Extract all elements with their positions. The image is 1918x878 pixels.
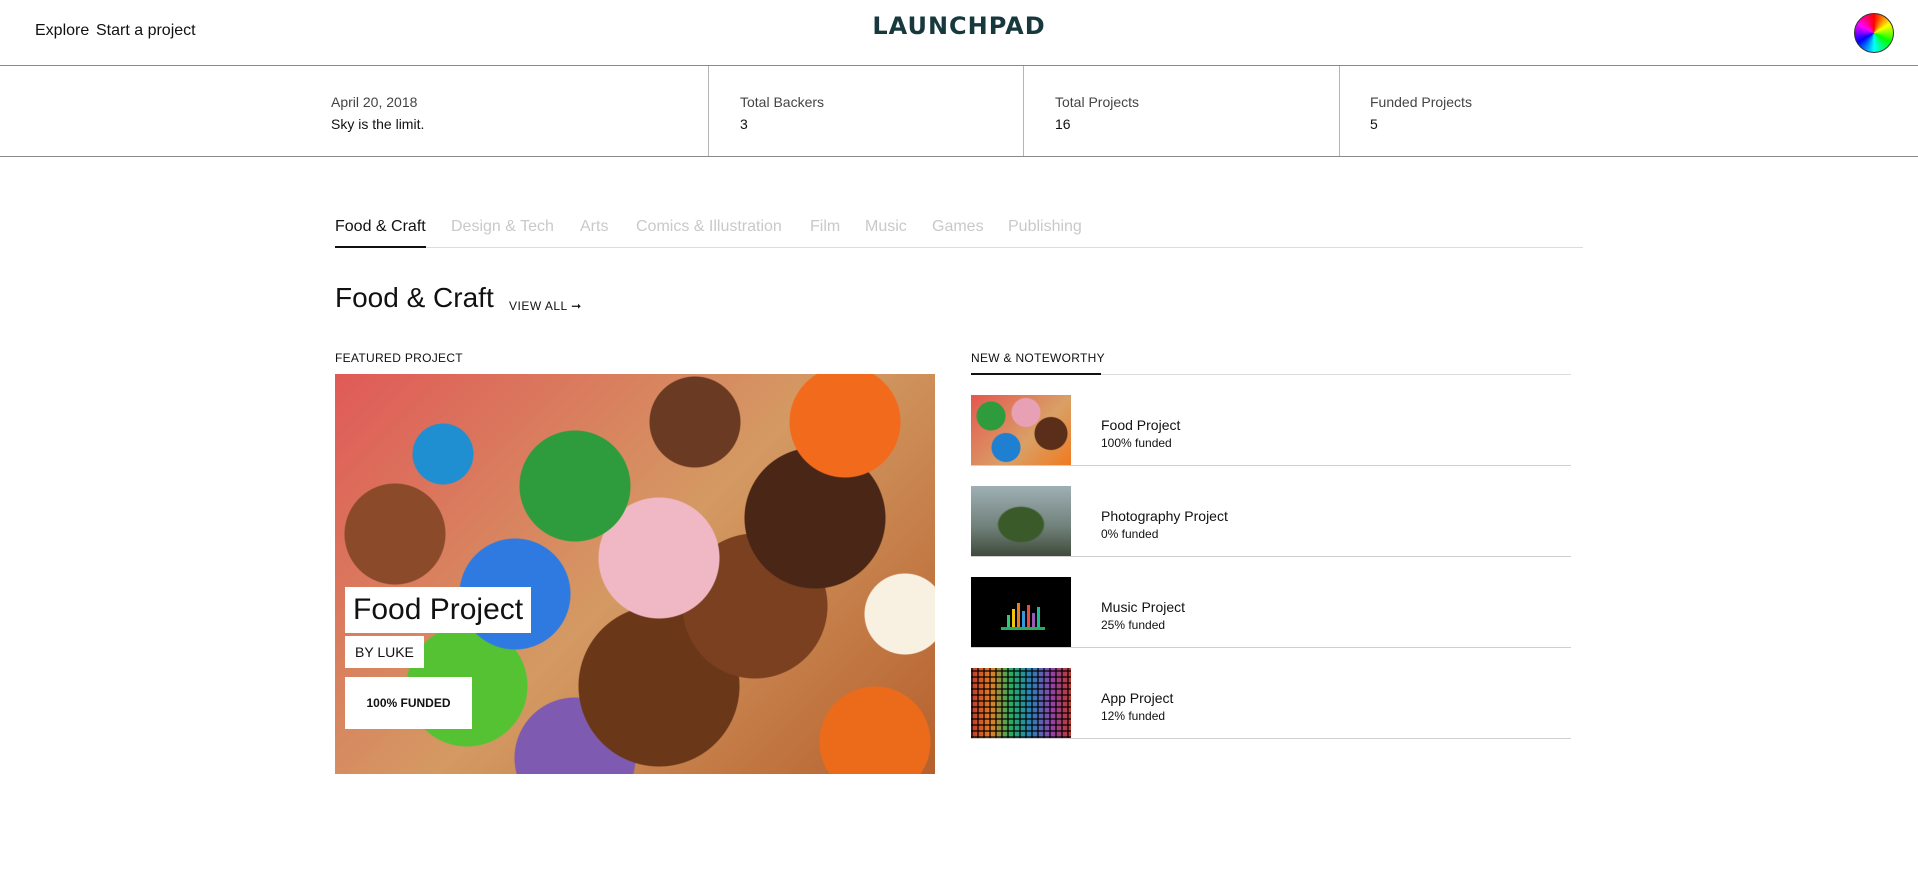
stat-divider [708,66,709,156]
user-avatar[interactable] [1854,13,1894,53]
list-item-title: Photography Project [1101,508,1228,524]
total-backers-value: 3 [740,116,748,132]
list-item[interactable]: Photography Project 0% funded [971,466,1571,557]
list-item-funded: 0% funded [1101,527,1159,541]
total-backers-stat: Total Backers 3 [740,66,1023,156]
list-item[interactable]: App Project 12% funded [971,648,1571,739]
view-all-link[interactable]: VIEW ALL ➞ [509,299,582,313]
total-backers-label: Total Backers [740,94,825,110]
tab-comics-illustration[interactable]: Comics & Illustration [636,218,782,248]
featured-project-card[interactable]: Food Project BY LUKE 100% FUNDED [335,374,935,774]
list-item[interactable]: Food Project 100% funded [971,375,1571,466]
featured-project-author: BY LUKE [345,636,424,668]
list-item-title: Music Project [1101,599,1186,615]
tab-games[interactable]: Games [932,218,984,248]
tab-music[interactable]: Music [865,218,907,248]
tab-film[interactable]: Film [810,218,840,248]
top-navigation: Explore Start a project LAUNCHPAD [0,0,1918,66]
list-item-funded: 25% funded [1101,618,1166,632]
list-item[interactable]: Music Project 25% funded [971,557,1571,648]
noteworthy-heading: NEW & NOTEWORTHY [971,351,1105,365]
stats-bar: April 20, 2018 Sky is the limit. Total B… [0,66,1918,157]
featured-heading: FEATURED PROJECT [335,351,463,365]
food-thumbnail [971,395,1071,465]
category-tabs: Food & Craft Design & Tech Arts Comics &… [335,218,1583,248]
section-title: Food & Craft [335,282,494,313]
music-thumbnail [971,577,1071,647]
tab-design-tech[interactable]: Design & Tech [451,218,554,248]
list-item-title: Food Project [1101,417,1181,433]
list-item-title: App Project [1101,690,1174,706]
funded-projects-label: Funded Projects [1370,94,1472,110]
stat-divider [1339,66,1340,156]
tab-food-craft[interactable]: Food & Craft [335,218,426,248]
featured-project-title: Food Project [345,587,532,633]
equalizer-icon [1001,603,1045,630]
launchpad-logo[interactable]: LAUNCHPAD [0,12,1918,40]
photography-thumbnail [971,486,1071,556]
tagline: Sky is the limit. [331,116,425,132]
total-projects-label: Total Projects [1055,94,1140,110]
funded-projects-value: 5 [1370,116,1378,132]
list-item-funded: 12% funded [1101,709,1166,723]
stat-divider [1023,66,1024,156]
list-item-funded: 100% funded [1101,436,1172,450]
current-date: April 20, 2018 [331,94,418,110]
date-block: April 20, 2018 Sky is the limit. [331,66,708,156]
featured-funded-badge: 100% FUNDED [345,677,472,729]
tab-publishing[interactable]: Publishing [1008,218,1082,248]
total-projects-value: 16 [1055,116,1071,132]
total-projects-stat: Total Projects 16 [1055,66,1338,156]
tab-arts[interactable]: Arts [580,218,608,248]
app-thumbnail [971,668,1071,738]
funded-projects-stat: Funded Projects 5 [1370,66,1670,156]
